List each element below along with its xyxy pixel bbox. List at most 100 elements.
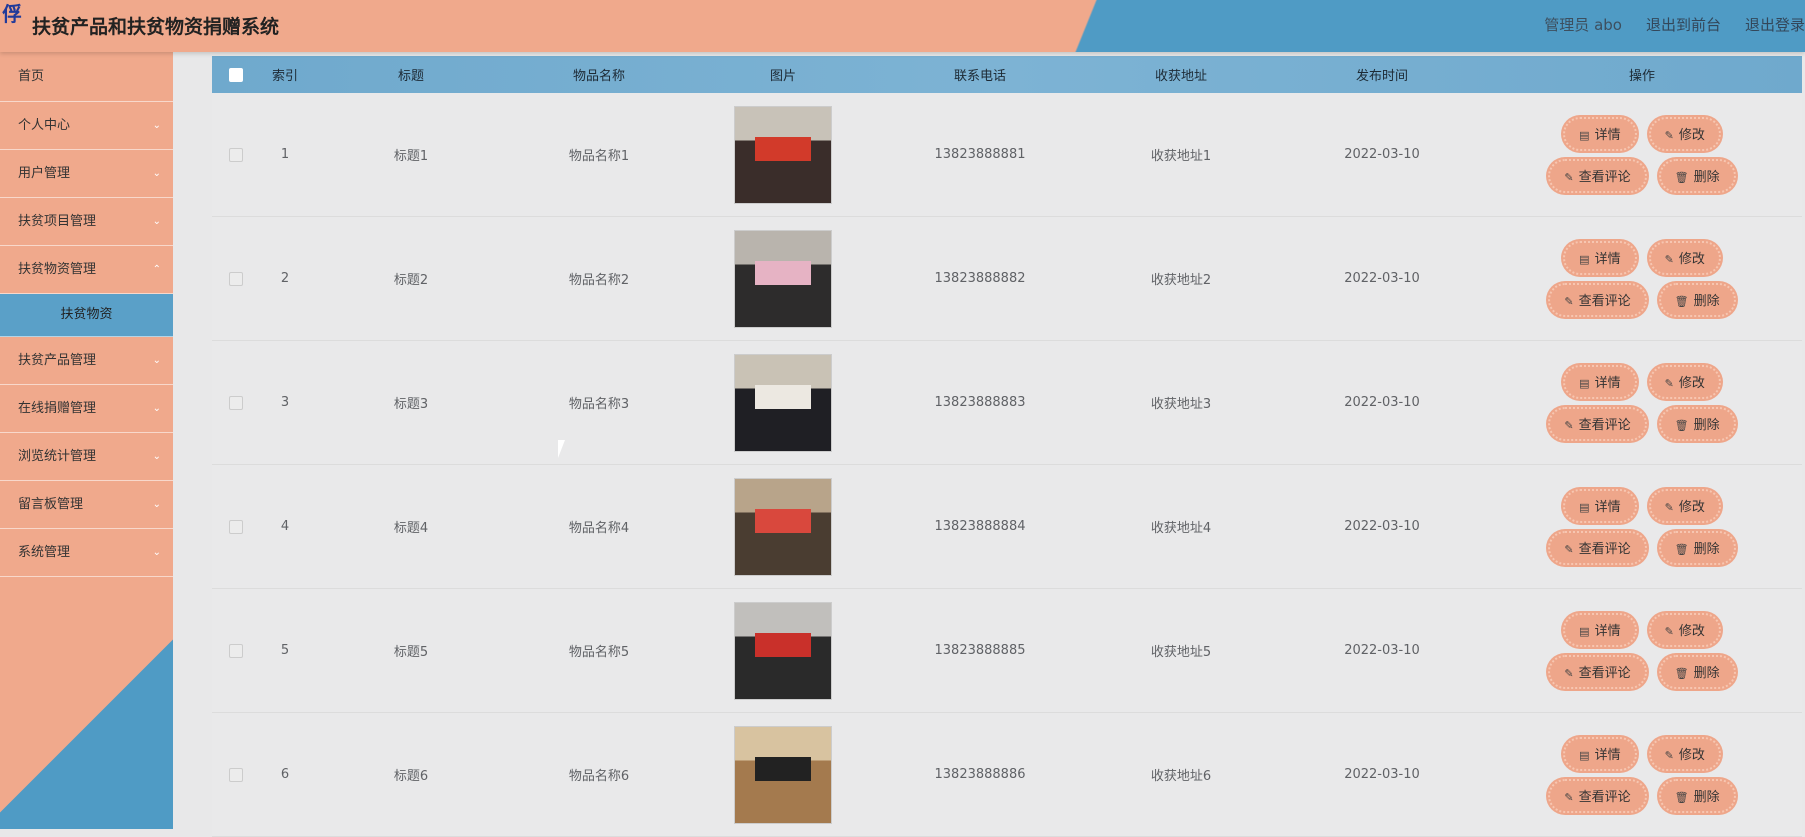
cell-image xyxy=(686,229,880,328)
cell-actions: ▤ 详情 ✎ 修改 ✎ 查看评论 🗑 删除 xyxy=(1482,612,1802,689)
sidebar-item-home[interactable]: 首页 xyxy=(0,52,173,102)
cell-title: 标题4 xyxy=(393,521,429,536)
detail-button[interactable]: ▤ 详情 xyxy=(1563,116,1637,151)
edit-button[interactable]: ✎ 修改 xyxy=(1648,364,1721,399)
detail-button[interactable]: ▤ 详情 xyxy=(1563,488,1637,523)
actions-line: ▤ 详情 ✎ 修改 xyxy=(1563,240,1721,275)
back-to-front-link[interactable]: 退出到前台 xyxy=(1646,14,1721,38)
detail-label: 详情 xyxy=(1594,127,1621,143)
sidebar-item-label: 在线捐赠管理 xyxy=(18,401,97,416)
delete-label: 删除 xyxy=(1693,417,1720,433)
detail-button[interactable]: ▤ 详情 xyxy=(1563,364,1637,399)
table-row: 4 标题4 物品名称4 13823888884 收获地址4 2022-03-10 ▤ 详情 ✎ 修… xyxy=(212,465,1802,589)
view-comments-button[interactable]: ✎ 查看评论 xyxy=(1548,654,1647,689)
item-photo xyxy=(734,353,832,452)
detail-button[interactable]: ▤ 详情 xyxy=(1563,736,1637,771)
view-comments-label: 查看评论 xyxy=(1578,541,1631,557)
cell-phone: 13823888881 xyxy=(934,147,1026,162)
delete-button[interactable]: 🗑 删除 xyxy=(1658,530,1736,565)
row-checkbox[interactable] xyxy=(229,147,243,162)
actions-line: ✎ 查看评论 🗑 删除 xyxy=(1548,158,1736,193)
delete-button[interactable]: 🗑 删除 xyxy=(1658,654,1736,689)
item-photo xyxy=(734,105,832,204)
view-comments-button[interactable]: ✎ 查看评论 xyxy=(1548,158,1647,193)
sidebar-item-products-management[interactable]: 扶贫产品管理 ⌄ xyxy=(0,337,173,385)
sidebar-subitem-supplies[interactable]: 扶贫物资 xyxy=(0,294,173,337)
detail-label: 详情 xyxy=(1594,375,1621,391)
pencil-icon: ✎ xyxy=(1564,790,1574,804)
sidebar-item-message-board[interactable]: 留言板管理 ⌄ xyxy=(0,481,173,529)
delete-button[interactable]: 🗑 删除 xyxy=(1658,158,1736,193)
pencil-icon: ✎ xyxy=(1564,542,1574,556)
actions-group: ▤ 详情 ✎ 修改 ✎ 查看评论 🗑 删除 xyxy=(1482,240,1802,317)
chevron-down-icon: ⌄ xyxy=(152,403,161,414)
header-address: 收获地址 xyxy=(1154,69,1207,84)
cell-publish-time: 2022-03-10 xyxy=(1344,271,1420,286)
chevron-down-icon: ⌄ xyxy=(152,547,161,558)
delete-button[interactable]: 🗑 删除 xyxy=(1658,282,1736,317)
row-checkbox[interactable] xyxy=(229,643,243,658)
delete-button[interactable]: 🗑 删除 xyxy=(1658,778,1736,813)
detail-button[interactable]: ▤ 详情 xyxy=(1563,240,1637,275)
chevron-down-icon: ⌄ xyxy=(152,216,161,227)
row-checkbox[interactable] xyxy=(229,519,243,534)
cell-item-name: 物品名称6 xyxy=(568,769,630,784)
row-checkbox[interactable] xyxy=(229,271,243,286)
cell-phone: 13823888885 xyxy=(934,643,1026,658)
table-header: 索引 标题 物品名称 图片 联系电话 收获地址 发布时间 操作 xyxy=(212,56,1802,93)
cell-title: 标题5 xyxy=(393,645,429,660)
logout-link[interactable]: 退出登录 xyxy=(1745,14,1805,38)
cell-address: 收获地址1 xyxy=(1150,149,1212,164)
supplies-table: 索引 标题 物品名称 图片 联系电话 收获地址 发布时间 操作 1 标题1 物品名称… xyxy=(212,56,1802,837)
edit-button[interactable]: ✎ 修改 xyxy=(1648,736,1721,771)
trash-icon: 🗑 xyxy=(1674,294,1689,308)
cell-address: 收获地址3 xyxy=(1150,397,1212,412)
detail-button[interactable]: ▤ 详情 xyxy=(1563,612,1637,647)
view-comments-button[interactable]: ✎ 查看评论 xyxy=(1548,406,1647,441)
sidebar-item-user-management[interactable]: 用户管理 ⌄ xyxy=(0,150,173,198)
sidebar-item-system-management[interactable]: 系统管理 ⌄ xyxy=(0,529,173,577)
actions-group: ▤ 详情 ✎ 修改 ✎ 查看评论 🗑 删除 xyxy=(1482,488,1802,565)
delete-label: 删除 xyxy=(1693,541,1720,557)
view-comments-button[interactable]: ✎ 查看评论 xyxy=(1548,530,1647,565)
delete-label: 删除 xyxy=(1693,169,1720,185)
edit-button[interactable]: ✎ 修改 xyxy=(1648,488,1721,523)
row-checkbox[interactable] xyxy=(229,767,243,782)
document-icon: ▤ xyxy=(1579,252,1590,266)
view-comments-button[interactable]: ✎ 查看评论 xyxy=(1548,778,1647,813)
edit-button[interactable]: ✎ 修改 xyxy=(1648,240,1721,275)
edit-button[interactable]: ✎ 修改 xyxy=(1648,612,1721,647)
cell-publish-time: 2022-03-10 xyxy=(1344,519,1420,534)
edit-button[interactable]: ✎ 修改 xyxy=(1648,116,1721,151)
sidebar-item-project-management[interactable]: 扶贫项目管理 ⌄ xyxy=(0,198,173,246)
chevron-up-icon: ⌃ xyxy=(152,264,161,275)
cell-actions: ▤ 详情 ✎ 修改 ✎ 查看评论 🗑 删除 xyxy=(1482,736,1802,813)
actions-group: ▤ 详情 ✎ 修改 ✎ 查看评论 🗑 删除 xyxy=(1482,612,1802,689)
chevron-down-icon: ⌄ xyxy=(152,451,161,462)
delete-button[interactable]: 🗑 删除 xyxy=(1658,406,1736,441)
table-row: 2 标题2 物品名称2 13823888882 收获地址2 2022-03-10 ▤ 详情 ✎ 修… xyxy=(212,217,1802,341)
cell-address: 收获地址6 xyxy=(1150,769,1212,784)
sidebar-item-personal-center[interactable]: 个人中心 ⌄ xyxy=(0,102,173,150)
sidebar-item-label: 浏览统计管理 xyxy=(18,449,97,464)
table-row: 6 标题6 物品名称6 13823888886 收获地址6 2022-03-10 ▤ 详情 ✎ 修… xyxy=(212,713,1802,837)
select-all-checkbox[interactable] xyxy=(229,67,243,82)
actions-line: ✎ 查看评论 🗑 删除 xyxy=(1548,406,1736,441)
row-select-cell xyxy=(212,519,260,534)
detail-label: 详情 xyxy=(1594,499,1621,515)
table-row: 5 标题5 物品名称5 13823888885 收获地址5 2022-03-10 ▤ 详情 ✎ 修… xyxy=(212,589,1802,713)
header-index: 索引 xyxy=(271,69,298,84)
sidebar-item-donation-management[interactable]: 在线捐赠管理 ⌄ xyxy=(0,385,173,433)
sidebar-item-label: 扶贫物资管理 xyxy=(18,262,97,277)
row-checkbox[interactable] xyxy=(229,395,243,410)
sidebar-item-stats-management[interactable]: 浏览统计管理 ⌄ xyxy=(0,433,173,481)
cell-image xyxy=(686,601,880,700)
cell-index: 2 xyxy=(280,271,290,286)
header-title: 标题 xyxy=(397,69,424,84)
admin-label: 管理员 abo xyxy=(1544,16,1622,34)
sidebar-item-label: 扶贫产品管理 xyxy=(18,353,97,368)
sidebar-subitem-label: 扶贫物资 xyxy=(60,307,113,322)
sidebar-item-supplies-management[interactable]: 扶贫物资管理 ⌃ xyxy=(0,246,173,294)
view-comments-button[interactable]: ✎ 查看评论 xyxy=(1548,282,1647,317)
header-phone: 联系电话 xyxy=(953,69,1006,84)
